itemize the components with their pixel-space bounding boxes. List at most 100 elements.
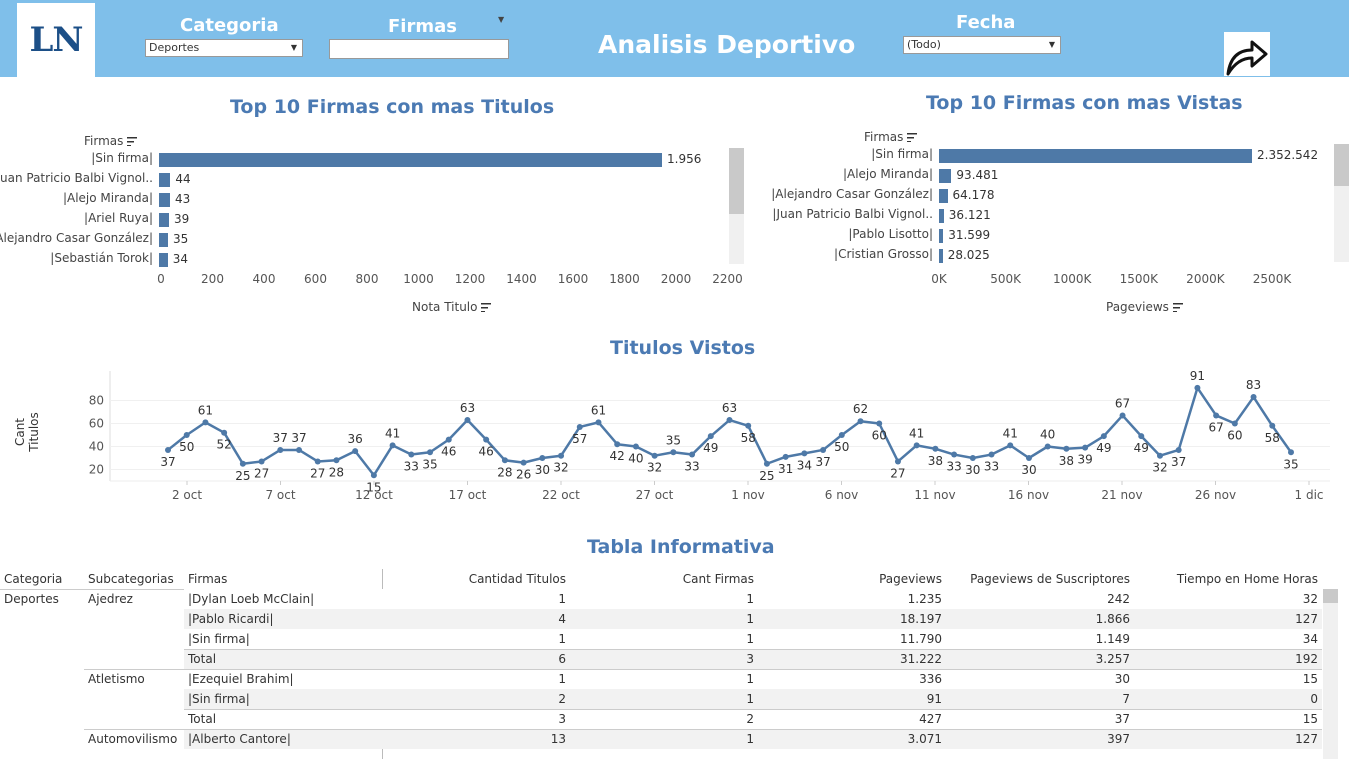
data-point: [876, 420, 883, 427]
firmas-filter-label: Firmas: [388, 16, 457, 37]
cell-pageviews: 3.071: [758, 728, 946, 749]
top-titulos-bar[interactable]: [159, 233, 168, 247]
data-label: 41: [1003, 426, 1018, 440]
top-titulos-scrollbar[interactable]: [729, 148, 744, 264]
data-label: 28: [329, 465, 344, 479]
data-label: 27: [254, 466, 269, 480]
cell-firma: |Alberto Cantore|: [184, 728, 382, 749]
data-label: 40: [628, 452, 643, 466]
top-titulos-bar[interactable]: [159, 153, 662, 167]
cell-pageviews-suscriptores: 397: [946, 728, 1134, 749]
top-vistas-scrollbar[interactable]: [1334, 144, 1349, 262]
top-vistas-row-label[interactable]: |Pablo Lisotto|: [848, 227, 933, 241]
top-vistas-row-label[interactable]: |Sin firma|: [871, 147, 933, 161]
data-point: [857, 418, 864, 425]
top-vistas-bar[interactable]: [939, 249, 943, 263]
cell-firma: |Dylan Loeb McClain|: [184, 589, 382, 609]
scrollbar-thumb[interactable]: [729, 148, 744, 214]
col-header-categoria[interactable]: Categoria: [0, 569, 84, 589]
data-point: [427, 449, 434, 456]
cell-tiempo-home: 192: [1134, 648, 1322, 669]
top-vistas-bar[interactable]: [939, 189, 948, 203]
firmas-search-input[interactable]: [329, 39, 509, 59]
share-button[interactable]: [1224, 32, 1270, 76]
cell-cantidad-titulos: 6: [382, 648, 570, 669]
table-scrollbar[interactable]: [1323, 589, 1338, 759]
top-titulos-row-label[interactable]: |Ariel Ruya|: [84, 211, 153, 225]
top-vistas-bar[interactable]: [939, 229, 944, 243]
table-row[interactable]: Total 6 3 31.222 3.257 192: [0, 648, 1322, 669]
top-vistas-row-label[interactable]: |Cristian Grosso|: [834, 247, 933, 261]
data-label: 40: [1040, 428, 1055, 442]
cell-pageviews: 336: [758, 668, 946, 689]
data-label: 39: [1077, 453, 1092, 467]
data-label: 36: [348, 432, 363, 446]
col-header-firmas[interactable]: Firmas: [184, 569, 382, 589]
y-tick-label: 20: [89, 463, 104, 477]
table-row[interactable]: Deportes Ajedrez |Dylan Loeb McClain| 1 1 1.2…: [0, 589, 1322, 609]
col-header-pageviews[interactable]: Pageviews: [758, 569, 946, 589]
col-header-pageviews-suscriptores[interactable]: Pageviews de Suscriptores: [946, 569, 1134, 589]
cell-cantidad-titulos: 13: [382, 728, 570, 749]
x-tick-label: 17 oct: [449, 488, 487, 502]
data-label: 37: [1171, 455, 1186, 469]
data-point: [1025, 455, 1032, 461]
firmas-menu-chevron-icon[interactable]: ▼: [498, 15, 504, 24]
scrollbar-thumb[interactable]: [1334, 144, 1349, 186]
top-titulos-axis-label[interactable]: Nota Titulo: [412, 300, 492, 314]
top-titulos-row-label[interactable]: |Sin firma|: [91, 151, 153, 165]
categoria-select[interactable]: Deportes ▼: [145, 39, 303, 57]
share-arrow-icon: [1226, 40, 1268, 76]
table-row[interactable]: Atletismo |Ezequiel Brahim| 1 1 336 30 15: [0, 668, 1322, 689]
top-titulos-row-label[interactable]: |Alejo Miranda|: [63, 191, 153, 205]
top-vistas-row-label[interactable]: |Alejandro Casar González|: [771, 187, 933, 201]
table-row[interactable]: Automovilismo |Alberto Cantore| 13 1 3.071 39…: [0, 728, 1322, 749]
fecha-select[interactable]: (Todo) ▼: [903, 36, 1061, 54]
scrollbar-thumb[interactable]: [1323, 589, 1338, 603]
top-vistas-row-header[interactable]: Firmas: [864, 130, 918, 144]
data-label: 26: [516, 468, 531, 482]
col-header-cantidad-titulos[interactable]: Cantidad Titulos: [382, 569, 570, 589]
top-titulos-bar[interactable]: [159, 213, 170, 227]
top-vistas-bar[interactable]: [939, 209, 944, 223]
top-vistas-row-label[interactable]: |Juan Patricio Balbi Vignol..: [772, 207, 933, 221]
data-label: 42: [610, 449, 625, 463]
top-vistas-axis-label[interactable]: Pageviews: [1106, 300, 1183, 314]
categoria-select-value: Deportes: [149, 41, 200, 54]
top-vistas-row-label[interactable]: |Alejo Miranda|: [843, 167, 933, 181]
top-titulos-row-header[interactable]: Firmas: [84, 134, 138, 148]
top-titulos-row-label[interactable]: |Sebastián Torok|: [50, 251, 153, 265]
top-titulos-bar[interactable]: [159, 253, 168, 267]
cell-firma: |Pablo Ricardi|: [184, 609, 382, 629]
table-row[interactable]: |Sin firma| 1 1 11.790 1.149 34: [0, 629, 1322, 649]
data-label: 27: [890, 466, 905, 480]
col-header-subcategorias[interactable]: Subcategorias: [84, 569, 184, 589]
data-label: 49: [1134, 441, 1149, 455]
top-titulos-bar[interactable]: [159, 173, 171, 187]
page-title: Analisis Deportivo: [598, 30, 856, 59]
data-label: 30: [965, 463, 980, 477]
data-label: 34: [797, 458, 812, 472]
col-header-tiempo-home[interactable]: Tiempo en Home Horas: [1134, 569, 1322, 589]
table-row[interactable]: Total 3 2 427 37 15: [0, 708, 1322, 729]
data-label: 41: [385, 426, 400, 440]
top-vistas-bar[interactable]: [939, 149, 1252, 163]
top-vistas-bar[interactable]: [939, 169, 952, 183]
table-row[interactable]: |Pablo Ricardi| 4 1 18.197 1.866 127: [0, 609, 1322, 629]
top-titulos-row-label[interactable]: |Juan Patricio Balbi Vignol..: [0, 171, 153, 185]
x-tick-label: 16 nov: [1008, 488, 1049, 502]
top-titulos-row-label[interactable]: |Alejandro Casar González|: [0, 231, 153, 245]
data-label: 49: [703, 441, 718, 455]
x-tick-label: 26 nov: [1195, 488, 1236, 502]
top-vistas-tick-label: 2000K: [1186, 272, 1225, 286]
data-point: [838, 432, 845, 438]
cell-subcategoria: Ajedrez: [88, 592, 133, 606]
data-label: 50: [834, 440, 849, 454]
cell-subcategoria: Atletismo: [84, 668, 184, 689]
top-titulos-bar[interactable]: [159, 193, 171, 207]
data-label: 15: [366, 480, 381, 494]
cell-categoria: [0, 649, 84, 669]
table-row[interactable]: |Sin firma| 2 1 91 7 0: [0, 689, 1322, 709]
ln-logo: LN: [17, 3, 95, 77]
col-header-cant-firmas[interactable]: Cant Firmas: [570, 569, 758, 589]
